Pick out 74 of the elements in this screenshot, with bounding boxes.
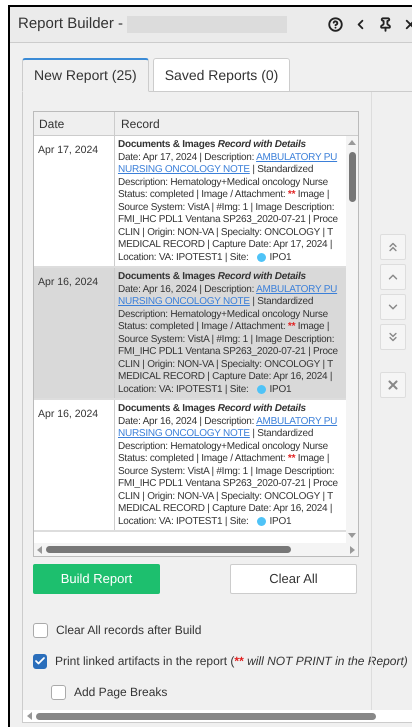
record-line: MEDICAL RECORD | Capture Date: Apr 16, 2024 | [118,503,334,516]
move-top-button[interactable] [380,234,406,260]
scroll-left-arrow-icon[interactable] [37,546,42,554]
record-line: Date: Apr 16, 2024 | Description: AMBULATORY PU [118,416,338,428]
record-line: Status: completed | Image / Attachment: ** Image | [118,453,330,466]
checkbox[interactable] [51,684,66,700]
window-title: Report Builder - [18,14,124,34]
record-line: Description: Hematology+Medical oncology Nurse [118,308,329,321]
checkbox[interactable] [33,654,47,668]
record-line: Source System: VistA | #Img: 1 | Image Description: [118,202,336,214]
record-text: IPO1 [270,516,292,528]
record-line: Description: Hematology+Medical oncology Nurse [118,176,329,189]
record-line: CLIN | Origin: NON-VA | Specialty: ONCOLOGY | T [118,490,334,503]
record-title: Documents & Images Record with Details [118,403,307,416]
record-row[interactable] [34,136,346,268]
record-row[interactable] [34,268,346,400]
option-label: Print linked artifacts in the report (** will NOT PRINT in the Report) [55,653,408,670]
date-cell-text: Apr 17, 2024 [37,143,100,158]
scroll-right-arrow-icon[interactable] [350,546,355,554]
help-icon[interactable] [328,17,343,32]
pin-icon[interactable] [378,17,393,32]
column-header: Date [38,116,66,132]
date-cell-text: Apr 16, 2024 [37,275,100,290]
record-link[interactable]: AMBULATORY PU [256,416,338,426]
record-title: Documents & Images Record with Details [118,139,307,152]
record-line: NURSING ONCOLOGY NOTE | Standardized [118,164,314,176]
remove-button[interactable] [380,372,406,398]
option-label: Add Page Breaks [74,684,168,701]
record-line: Date: Apr 17, 2024 | Description: AMBULATORY PU [118,152,338,164]
build-report-button[interactable]: Build Report [33,564,160,594]
tab[interactable]: Saved Reports (0) [152,58,290,92]
record-line: FMI_IHC PDL1 Ventana SP263_2020-07-21 | Proce [118,346,339,358]
record-line: FMI_IHC PDL1 Ventana SP263_2020-07-21 | Proce [118,214,339,226]
scroll-left-arrow-icon[interactable] [27,712,32,720]
record-line: MEDICAL RECORD | Capture Date: Apr 17, 2024 | [118,239,334,252]
record-link[interactable]: AMBULATORY PU [256,152,338,162]
record-text: Location: VA: IPOTEST1 | Site: [118,384,249,396]
record-line: Source System: VistA | #Img: 1 | Image Description: [118,334,336,346]
record-text: IPO1 [270,384,292,396]
checkbox[interactable] [33,622,48,638]
option-label: Clear All records after Build [56,622,202,639]
scroll-up-arrow-icon[interactable] [348,140,356,146]
scroll-down-arrow-icon[interactable] [348,533,356,539]
vertical-scrollbar[interactable] [346,136,358,543]
record-link[interactable]: NURSING ONCOLOGY NOTE [118,296,250,307]
record-text: Location: VA: IPOTEST1 | Site: [118,252,249,264]
record-link[interactable]: AMBULATORY PU [256,284,338,294]
move-bottom-button[interactable] [380,324,406,350]
record-line: NURSING ONCOLOGY NOTE | Standardized [118,428,314,440]
move-down-button[interactable] [380,294,406,320]
horizontal-scrollbar[interactable] [34,543,358,556]
tab[interactable]: New Report (25) [22,58,149,92]
date-cell-text: Apr 16, 2024 [37,407,100,422]
column-header: Record [114,112,358,135]
record-line: NURSING ONCOLOGY NOTE | Standardized [118,296,314,308]
record-title: Documents & Images Record with Details [118,271,307,284]
record-line: MEDICAL RECORD | Capture Date: Apr 16, 2024 | [118,371,334,384]
record-text: Location: VA: IPOTEST1 | Site: [118,516,249,528]
record-line: Source System: VistA | #Img: 1 | Image Description: [118,466,336,478]
clear-all-button[interactable]: Clear All [230,564,357,594]
close-icon [386,378,400,392]
record-row[interactable] [34,400,346,532]
record-line: CLIN | Origin: NON-VA | Specialty: ONCOLOGY | T [118,358,334,371]
record-link[interactable]: NURSING ONCOLOGY NOTE [118,428,250,439]
record-line: CLIN | Origin: NON-VA | Specialty: ONCOLOGY | T [118,226,334,239]
record-link[interactable]: NURSING ONCOLOGY NOTE [118,164,250,175]
record-line: FMI_IHC PDL1 Ventana SP263_2020-07-21 | Proce [118,478,339,490]
move-up-button[interactable] [380,264,406,290]
record-line: Status: completed | Image / Attachment: ** Image | [118,189,330,202]
panel-scrollbar[interactable] [23,710,412,722]
record-line: Date: Apr 16, 2024 | Description: AMBULATORY PU [118,284,338,296]
record-line: Status: completed | Image / Attachment: ** Image | [118,321,330,334]
record-line: Description: Hematology+Medical oncology Nurse [118,440,329,453]
record-text: IPO1 [270,252,292,264]
